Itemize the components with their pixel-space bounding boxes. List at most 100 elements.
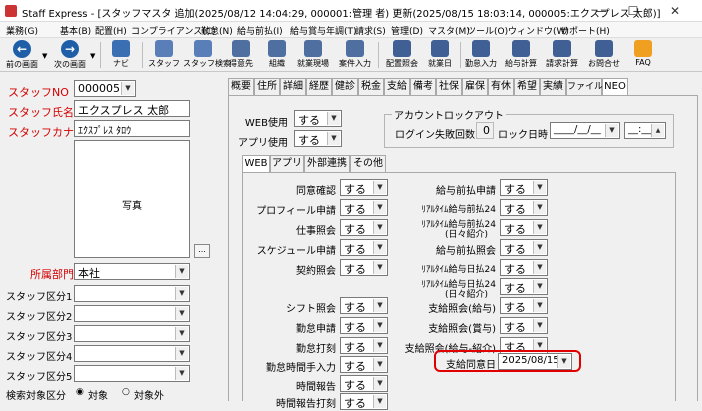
staff-kubun1-field[interactable]: ▼ <box>74 285 190 302</box>
tab-results[interactable]: 実績 <box>540 78 566 95</box>
tab-career[interactable]: 経歴 <box>306 78 332 95</box>
chevron-down-icon[interactable]: ▼ <box>121 82 134 95</box>
faq-button[interactable]: FAQ <box>628 39 658 71</box>
row-select[interactable]: する ▼ <box>500 239 548 256</box>
chevron-down-icon[interactable]: ▼ <box>175 265 188 278</box>
menu-gyomu[interactable]: 業務(G) <box>6 24 38 37</box>
tab-notes[interactable]: 備考 <box>410 78 436 95</box>
row-select[interactable]: する ▼ <box>500 219 548 236</box>
row-select[interactable]: する ▼ <box>340 179 388 196</box>
tab-payment[interactable]: 支給 <box>384 78 410 95</box>
spinner-icon[interactable]: ▲ <box>651 124 664 137</box>
row-select[interactable]: する ▼ <box>500 317 548 334</box>
staff-button[interactable]: スタッフ <box>146 39 182 71</box>
work-day-button[interactable]: 就業日 <box>422 39 458 71</box>
radio-target-label[interactable]: 対象 <box>88 387 108 402</box>
chevron-down-icon[interactable]: ▼ <box>373 201 386 214</box>
chevron-down-icon[interactable]: ▼ <box>533 319 546 332</box>
menu-kyuyo-maebarai[interactable]: 給与前払(I) <box>237 24 283 37</box>
attendance-entry-button[interactable]: 勤怠入力 <box>462 39 500 71</box>
row-select[interactable]: する ▼ <box>340 317 388 334</box>
menu-kanri[interactable]: 管理(D) <box>391 24 423 37</box>
chevron-down-icon[interactable]: ▼ <box>175 307 188 320</box>
subtab-app[interactable]: アプリ <box>270 155 304 172</box>
web-use-select[interactable]: する ▼ <box>294 110 342 127</box>
payment-consent-date-field[interactable]: 2025/08/15 ▼ <box>498 353 572 370</box>
navi-button[interactable]: ナビ <box>104 39 138 71</box>
row-select[interactable]: する ▼ <box>340 259 388 276</box>
chevron-down-icon[interactable]: ▼ <box>533 221 546 234</box>
menu-haichi[interactable]: 配置(H) <box>95 24 127 37</box>
radio-nontarget-label[interactable]: 対象外 <box>134 387 164 402</box>
payroll-calc-button[interactable]: 給与計算 <box>502 39 540 71</box>
chevron-down-icon[interactable]: ▼ <box>327 112 340 125</box>
tab-paid-leave[interactable]: 有休 <box>488 78 514 95</box>
tab-health[interactable]: 健診 <box>332 78 358 95</box>
chevron-down-icon[interactable]: ▼ <box>373 241 386 254</box>
row-select[interactable]: する ▼ <box>340 356 388 373</box>
chevron-down-icon[interactable]: ▼ <box>605 124 618 137</box>
maximize-button[interactable]: ☐ <box>618 0 648 22</box>
prev-dropdown-icon[interactable]: ▼ <box>42 52 47 60</box>
chevron-down-icon[interactable]: ▼ <box>533 261 546 274</box>
menu-seikyu[interactable]: 請求(S) <box>355 24 386 37</box>
tab-tax[interactable]: 税金 <box>358 78 384 95</box>
row-select[interactable]: する ▼ <box>500 278 548 295</box>
organization-button[interactable]: 組織 <box>260 39 294 71</box>
tab-employment-insurance[interactable]: 雇保 <box>462 78 488 95</box>
case-entry-button[interactable]: 案件入力 <box>336 39 374 71</box>
tab-request[interactable]: 希望 <box>514 78 540 95</box>
chevron-down-icon[interactable]: ▼ <box>175 327 188 340</box>
subtab-external[interactable]: 外部連携 <box>304 155 350 172</box>
lock-date-field[interactable]: ____/__/__ ▼ <box>550 122 620 139</box>
billing-calc-button[interactable]: 請求計算 <box>542 39 582 71</box>
chevron-down-icon[interactable]: ▼ <box>373 395 386 408</box>
staff-kubun4-field[interactable]: ▼ <box>74 345 190 362</box>
menu-master[interactable]: マスタ(M) <box>428 24 470 37</box>
radio-nontarget-icon[interactable]: ○ <box>122 387 130 397</box>
tab-overview[interactable]: 概要 <box>228 78 254 95</box>
subtab-web[interactable]: WEB <box>242 155 270 173</box>
chevron-down-icon[interactable]: ▼ <box>373 221 386 234</box>
tab-address[interactable]: 住所 <box>254 78 280 95</box>
chevron-down-icon[interactable]: ▼ <box>327 132 340 145</box>
staff-search-button[interactable]: スタッフ検索 <box>183 39 231 71</box>
row-select[interactable]: する ▼ <box>340 239 388 256</box>
lock-time-field[interactable]: __:__ ▲ <box>624 122 666 139</box>
menu-kihon[interactable]: 基本(B) <box>60 24 91 37</box>
chevron-down-icon[interactable]: ▼ <box>533 241 546 254</box>
chevron-down-icon[interactable]: ▼ <box>175 287 188 300</box>
row-select[interactable]: する ▼ <box>340 297 388 314</box>
app-use-select[interactable]: する ▼ <box>294 130 342 147</box>
staff-kubun3-field[interactable]: ▼ <box>74 325 190 342</box>
next-dropdown-icon[interactable]: ▼ <box>90 52 95 60</box>
chevron-down-icon[interactable]: ▼ <box>373 358 386 371</box>
prev-screen-button[interactable]: ← 前の画面 <box>2 39 42 71</box>
chevron-down-icon[interactable]: ▼ <box>373 299 386 312</box>
subtab-other[interactable]: その他 <box>350 155 386 172</box>
chevron-down-icon[interactable]: ▼ <box>533 280 546 293</box>
placement-inquiry-button[interactable]: 配置照会 <box>382 39 422 71</box>
staff-kubun2-field[interactable]: ▼ <box>74 305 190 322</box>
row-select[interactable]: する ▼ <box>340 375 388 392</box>
worksite-button[interactable]: 就業現場 <box>294 39 332 71</box>
chevron-down-icon[interactable]: ▼ <box>533 181 546 194</box>
menu-support[interactable]: サポート(H) <box>560 24 610 37</box>
staff-name-field[interactable]: エクスプレス 太郎 <box>74 100 190 117</box>
staff-kubun5-field[interactable]: ▼ <box>74 365 190 382</box>
row-select[interactable]: する ▼ <box>340 199 388 216</box>
chevron-down-icon[interactable]: ▼ <box>533 201 546 214</box>
menu-kintai[interactable]: 勤怠(N) <box>201 24 233 37</box>
staff-no-field[interactable]: 000005 ▼ <box>74 80 136 97</box>
chevron-down-icon[interactable]: ▼ <box>373 319 386 332</box>
close-button[interactable]: ✕ <box>660 0 690 22</box>
chevron-down-icon[interactable]: ▼ <box>175 347 188 360</box>
row-select[interactable]: する ▼ <box>500 179 548 196</box>
tab-files[interactable]: ファイル <box>566 78 603 95</box>
chevron-down-icon[interactable]: ▼ <box>373 261 386 274</box>
minimize-button[interactable]: — <box>586 0 616 22</box>
chevron-down-icon[interactable]: ▼ <box>533 299 546 312</box>
radio-target-icon[interactable]: ◉ <box>76 387 84 397</box>
row-select[interactable]: する ▼ <box>500 199 548 216</box>
next-screen-button[interactable]: → 次の画面 <box>50 39 90 71</box>
